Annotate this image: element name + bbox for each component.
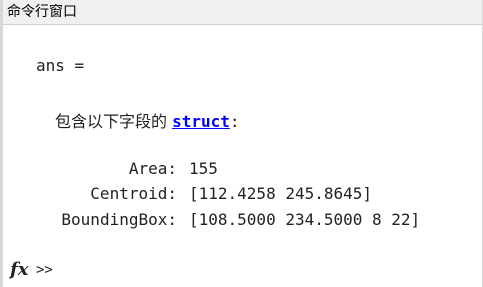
prompt-symbol: >> <box>36 262 53 278</box>
field-value-boundingbox: [108.5000 234.5000 8 22] <box>189 210 421 229</box>
field-value-area: 155 <box>189 159 218 178</box>
window-title: 命令行窗口 <box>7 4 77 20</box>
field-name-centroid: Centroid: <box>90 184 177 203</box>
command-window: 命令行窗口 ans = 包含以下字段的 struct: Area: 155 Ce… <box>0 0 483 287</box>
struct-colon: : <box>229 112 240 131</box>
command-input[interactable] <box>60 260 474 282</box>
struct-link[interactable]: struct <box>172 112 230 131</box>
fx-function-browser-icon[interactable]: fx <box>10 260 28 280</box>
title-bar[interactable]: 命令行窗口 <box>3 0 482 25</box>
struct-description: 包含以下字段的 struct: <box>55 108 240 132</box>
struct-description-text: 包含以下字段的 <box>55 112 173 131</box>
ans-line: ans = <box>36 56 85 75</box>
field-value-centroid: [112.4258 245.8645] <box>189 184 373 203</box>
command-prompt: fx >> <box>10 260 480 282</box>
field-name-area: Area: <box>128 159 177 178</box>
field-name-boundingbox: BoundingBox: <box>61 210 177 229</box>
